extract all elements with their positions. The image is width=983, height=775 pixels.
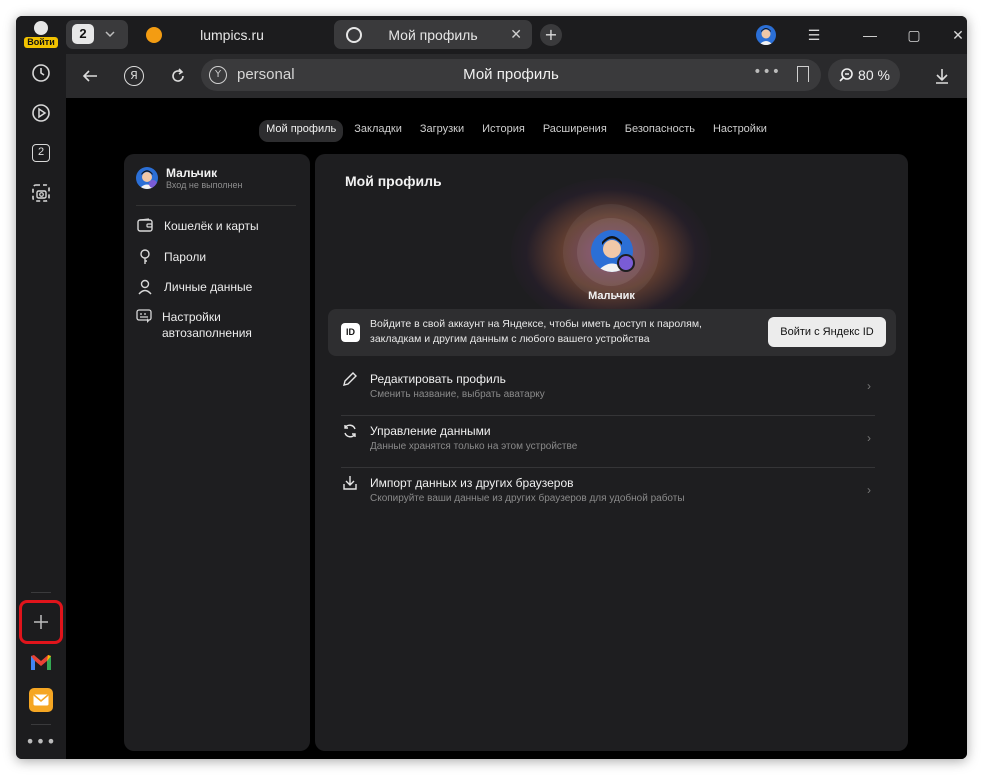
reload-button[interactable]	[164, 62, 192, 90]
tab-strip: 2 lumpics.ru Мой профиль ✕ + ☰ — ▢ ✕	[66, 16, 967, 54]
sidebar-rail: Войти 2 •••	[16, 16, 66, 759]
zoom-value: 80 %	[858, 67, 890, 83]
zoom-icon	[839, 68, 853, 82]
sidebar-item-label: Настройки автозаполнения	[162, 310, 252, 340]
profile-name: Мальчик	[588, 290, 635, 302]
rail-divider-bottom	[31, 724, 51, 725]
row-import-data[interactable]: Импорт данных из других браузеров Скопир…	[341, 473, 875, 525]
sync-icon	[341, 423, 359, 441]
tab-group-button[interactable]: 2	[66, 20, 128, 49]
chevron-right-icon: ›	[867, 483, 871, 497]
profile-sidebar: Мальчик Вход не выполнен Кошелёк и карты…	[124, 154, 310, 751]
row-title: Редактировать профиль	[370, 372, 506, 386]
tab-lumpics[interactable]: lumpics.ru	[134, 20, 330, 49]
yandex-id-icon: ID	[341, 323, 360, 342]
tab-group-count: 2	[72, 24, 94, 44]
settings-tab-extensions[interactable]: Расширения	[536, 120, 614, 142]
key-icon	[136, 249, 154, 265]
menu-icon[interactable]: ☰	[802, 24, 826, 46]
signin-label: Войти	[24, 37, 58, 48]
bookmark-icon[interactable]	[797, 66, 809, 82]
address-row: Я Y personal Мой профиль ••• 80 %	[66, 54, 967, 98]
import-icon	[341, 475, 359, 493]
settings-tab-profile[interactable]: Мой профиль	[259, 120, 344, 142]
screenshot-icon[interactable]	[26, 178, 56, 208]
sidebar-item-label: Кошелёк и карты	[164, 219, 259, 233]
sidebar-item-autofill[interactable]: Настройки автозаполнения	[136, 309, 266, 341]
zoom-indicator[interactable]: 80 %	[828, 59, 900, 91]
row-title: Управление данными	[370, 424, 491, 438]
minimize-button[interactable]: —	[858, 24, 882, 46]
browser-window: Войти 2 ••• 2 lumpics.ru Мой профиль ✕ +…	[16, 16, 967, 759]
settings-tab-downloads[interactable]: Загрузки	[413, 120, 471, 142]
new-tab-button[interactable]: +	[540, 24, 562, 46]
row-edit-profile[interactable]: Редактировать профиль Сменить название, …	[341, 369, 875, 421]
row-divider	[341, 467, 875, 468]
tabs-count-value: 2	[32, 144, 50, 162]
yandex-id-banner-text: Войдите в свой аккаунт на Яндексе, чтобы…	[370, 318, 702, 345]
avatar	[136, 167, 158, 189]
tab-close-icon[interactable]: ✕	[510, 26, 522, 43]
user-icon	[34, 21, 48, 35]
tab-title: lumpics.ru	[200, 26, 264, 43]
pencil-icon	[341, 371, 359, 389]
tab-title: Мой профиль	[388, 26, 478, 43]
page-content: Мой профиль Закладки Загрузки История Ра…	[66, 98, 967, 759]
yandex-logo-icon: Я	[124, 66, 144, 86]
autofill-icon	[136, 309, 152, 325]
sidebar-item-label: Личные данные	[164, 280, 253, 294]
yandex-id-banner: ID Войдите в свой аккаунт на Яндексе, чт…	[328, 309, 896, 356]
sidebar-item-wallet[interactable]: Кошелёк и карты	[136, 218, 259, 234]
address-bar[interactable]: Y personal Мой профиль •••	[201, 59, 821, 91]
maximize-button[interactable]: ▢	[902, 24, 926, 46]
person-icon	[136, 279, 154, 295]
play-icon[interactable]	[26, 98, 56, 128]
settings-tab-bookmarks[interactable]: Закладки	[347, 120, 409, 142]
downloads-button[interactable]	[928, 62, 956, 90]
chevron-right-icon: ›	[867, 431, 871, 445]
chevron-right-icon: ›	[867, 379, 871, 393]
sidebar-user-status: Вход не выполнен	[166, 180, 243, 190]
row-divider	[341, 415, 875, 416]
more-options-icon[interactable]: •••	[753, 64, 781, 80]
page-title: Мой профиль	[345, 173, 442, 189]
tabs-count-icon[interactable]: 2	[26, 138, 56, 168]
sidebar-item-personal-data[interactable]: Личные данные	[136, 279, 252, 295]
settings-tab-history[interactable]: История	[475, 120, 532, 142]
history-icon[interactable]	[26, 58, 56, 88]
close-window-button[interactable]: ✕	[946, 24, 967, 46]
settings-tab-settings[interactable]: Настройки	[706, 120, 774, 142]
row-subtitle: Данные хранятся только на этом устройств…	[370, 441, 578, 452]
sidebar-item-passwords[interactable]: Пароли	[136, 249, 206, 265]
chevron-down-icon	[104, 24, 116, 47]
row-title: Импорт данных из других браузеров	[370, 476, 574, 490]
add-panel-button[interactable]	[26, 607, 56, 637]
address-page-title: Мой профиль	[463, 66, 559, 83]
settings-nav: Мой профиль Закладки Загрузки История Ра…	[66, 120, 967, 142]
tab-profile[interactable]: Мой профиль ✕	[334, 20, 532, 49]
more-icon[interactable]: •••	[25, 726, 56, 756]
avatar-badge-icon	[617, 254, 635, 272]
sidebar-item-label: Пароли	[164, 250, 207, 264]
sidebar-divider	[136, 205, 296, 206]
gmail-icon[interactable]	[26, 647, 56, 677]
yandex-mail-icon[interactable]	[29, 688, 53, 712]
profile-avatar[interactable]	[756, 25, 776, 45]
wallet-icon	[136, 218, 154, 234]
signin-button[interactable]: Войти	[23, 20, 59, 50]
settings-tab-security[interactable]: Безопасность	[618, 120, 702, 142]
row-subtitle: Сменить название, выбрать аватарку	[370, 389, 545, 400]
yandex-id-login-button[interactable]: Войти с Яндекс ID	[768, 317, 886, 347]
back-button[interactable]	[76, 62, 104, 90]
profile-main-panel: Мой профиль Мальчик ID Войдите в свой ак…	[315, 154, 908, 751]
sidebar-user[interactable]: Мальчик Вход не выполнен	[136, 166, 242, 190]
rail-divider	[31, 592, 51, 593]
row-manage-data[interactable]: Управление данными Данные хранятся тольк…	[341, 421, 875, 473]
row-subtitle: Скопируйте ваши данные из других браузер…	[370, 493, 685, 504]
sidebar-user-name: Мальчик	[166, 166, 218, 180]
yandex-home-button[interactable]: Я	[120, 62, 148, 90]
